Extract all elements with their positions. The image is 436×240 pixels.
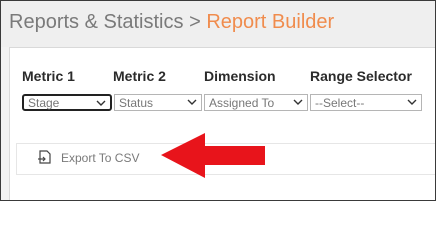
dimension-value: Assigned To — [209, 96, 275, 110]
breadcrumb: Reports & Statistics > Report Builder — [9, 11, 334, 34]
dimension-label: Dimension — [204, 68, 276, 84]
chevron-down-icon — [96, 100, 106, 106]
dimension-select[interactable]: Assigned To — [204, 94, 308, 111]
metric-2-select[interactable]: Status — [114, 94, 202, 111]
export-icon — [38, 150, 51, 164]
chevron-down-icon — [407, 99, 417, 105]
breadcrumb-parent[interactable]: Reports & Statistics — [9, 11, 184, 33]
metric-2-label: Metric 2 — [113, 68, 166, 84]
breadcrumb-current: Report Builder — [206, 11, 335, 33]
export-csv-label: Export To CSV — [61, 151, 140, 165]
annotation-arrow-icon — [161, 133, 265, 178]
app-window: Reports & Statistics > Report Builder Me… — [0, 0, 436, 201]
metric-1-value: Stage — [28, 96, 60, 110]
range-selector-value: --Select-- — [315, 96, 365, 110]
range-selector-label: Range Selector — [310, 68, 412, 84]
page-header: Reports & Statistics > Report Builder — [1, 1, 435, 47]
breadcrumb-separator: > — [189, 11, 201, 33]
metric-1-label: Metric 1 — [22, 68, 75, 84]
chevron-down-icon — [187, 99, 197, 105]
metric-2-value: Status — [119, 96, 154, 110]
metric-1-select[interactable]: Stage — [22, 94, 112, 111]
chevron-down-icon — [293, 99, 303, 105]
range-selector-select[interactable]: --Select-- — [310, 94, 422, 111]
